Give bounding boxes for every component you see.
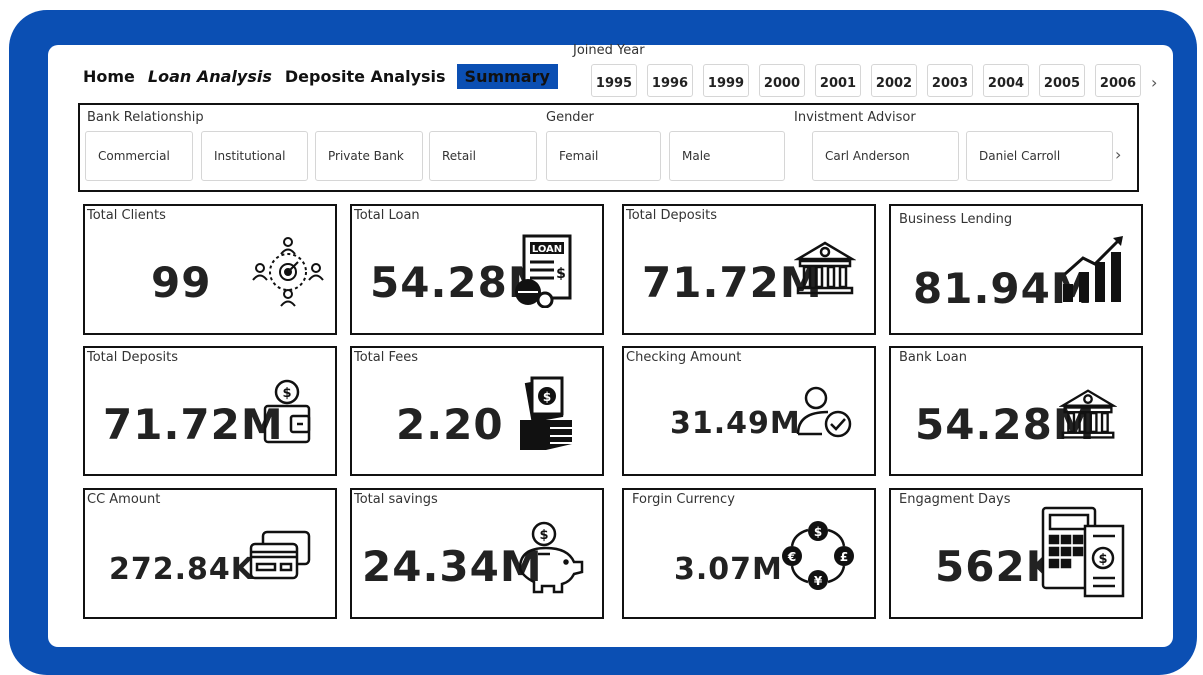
svg-text:¥: ¥ — [814, 574, 823, 588]
kpi-card-engagment-days: Engagment Days 562K $ — [889, 488, 1143, 619]
svg-text:LOAN: LOAN — [532, 244, 562, 255]
year-chip[interactable]: 2004 — [983, 64, 1029, 97]
kpi-card-total-deposits: Total Deposits 71.72M — [622, 204, 876, 335]
piggy-bank-icon: $ — [518, 521, 584, 594]
gender-option[interactable]: Male — [669, 131, 785, 181]
page-navigation: Home Loan Analysis Deposite Analysis Sum… — [83, 61, 571, 91]
calculator-invoice-icon: $ — [1041, 506, 1125, 598]
year-chip[interactable]: 1995 — [591, 64, 637, 97]
card-title: Engagment Days — [899, 492, 1011, 507]
loan-document-icon: LOAN $ — [515, 234, 572, 308]
kpi-card-total-deposits-2: Total Deposits 71.72M $ — [83, 346, 337, 476]
svg-text:$: $ — [1098, 552, 1107, 567]
svg-text:€: € — [787, 550, 796, 564]
kpi-card-total-loan: Total Loan 54.28M LOAN $ — [350, 204, 604, 335]
card-title: Bank Loan — [899, 350, 967, 365]
year-chip[interactable]: 2001 — [815, 64, 861, 97]
kpi-card-total-fees: Total Fees 2.20 $ — [350, 346, 604, 476]
nav-deposite-analysis[interactable]: Deposite Analysis — [285, 67, 446, 86]
bank-relationship-label: Bank Relationship — [87, 110, 204, 125]
card-value: 2.20 — [396, 400, 504, 449]
growth-chart-icon — [1063, 236, 1123, 302]
bank-icon — [1059, 389, 1117, 439]
bank-relationship-option[interactable]: Commercial — [85, 131, 193, 181]
card-title: Total Loan — [354, 208, 420, 223]
card-title: Total Deposits — [626, 208, 717, 223]
kpi-card-checking-amount: Checking Amount 31.49M — [622, 346, 876, 476]
svg-text:$: $ — [282, 386, 291, 401]
kpi-card-total-savings: Total savings 24.34M $ — [350, 488, 604, 619]
kpi-card-bank-loan: Bank Loan 54.28M — [889, 346, 1143, 476]
card-value: 3.07M — [674, 552, 783, 587]
svg-text:$: $ — [556, 266, 566, 282]
year-chip[interactable]: 1996 — [647, 64, 693, 97]
report-canvas: Home Loan Analysis Deposite Analysis Sum… — [48, 43, 1173, 647]
card-title: Forgin Currency — [632, 492, 735, 507]
gender-label: Gender — [546, 110, 594, 125]
card-value: 31.49M — [670, 406, 801, 441]
bank-icon — [794, 241, 856, 295]
cash-hand-icon: $ — [520, 376, 572, 450]
bank-relationship-option[interactable]: Retail — [429, 131, 537, 181]
card-title: CC Amount — [87, 492, 161, 507]
card-title: Business Lending — [899, 212, 1013, 227]
kpi-card-forgin-currency: Forgin Currency 3.07M $ € £ ¥ — [622, 488, 876, 619]
currency-exchange-icon: $ € £ ¥ — [782, 521, 854, 590]
card-title: Total savings — [354, 492, 438, 507]
kpi-card-business-lending: Business Lending 81.94M — [889, 204, 1143, 335]
chevron-right-icon[interactable]: › — [1115, 145, 1121, 164]
year-chip[interactable]: 2000 — [759, 64, 805, 97]
target-people-icon — [252, 237, 324, 307]
investment-advisor-option[interactable]: Daniel Carroll — [966, 131, 1113, 181]
card-title: Checking Amount — [626, 350, 742, 365]
card-value: 71.72M — [103, 400, 284, 449]
kpi-card-cc-amount: CC Amount 272.84K — [83, 488, 337, 619]
kpi-card-total-clients: Total Clients 99 — [83, 204, 337, 335]
card-title: Total Deposits — [87, 350, 178, 365]
joined-year-label: Joined Year — [573, 43, 645, 58]
nav-loan-analysis[interactable]: Loan Analysis — [148, 67, 272, 86]
year-chip[interactable]: 1999 — [703, 64, 749, 97]
svg-text:£: £ — [840, 550, 848, 564]
filter-panel: Bank Relationship Commercial Institution… — [78, 103, 1139, 192]
card-title: Total Fees — [354, 350, 419, 365]
card-value: 272.84K — [109, 552, 256, 587]
investment-advisor-option[interactable]: Carl Anderson — [812, 131, 959, 181]
year-chip[interactable]: 2006 — [1095, 64, 1141, 97]
bank-relationship-option[interactable]: Institutional — [201, 131, 308, 181]
wallet-coin-icon: $ — [263, 379, 311, 444]
svg-text:$: $ — [539, 528, 548, 543]
card-value: 99 — [151, 258, 212, 307]
svg-text:$: $ — [543, 390, 551, 404]
year-chip[interactable]: 2003 — [927, 64, 973, 97]
credit-cards-icon — [249, 530, 311, 580]
card-title: Total Clients — [87, 208, 166, 223]
year-chip[interactable]: 2005 — [1039, 64, 1085, 97]
gender-option[interactable]: Femail — [546, 131, 661, 181]
investment-advisor-label: Invistment Advisor — [794, 110, 916, 125]
nav-home[interactable]: Home — [83, 67, 135, 86]
user-check-icon — [796, 386, 852, 438]
svg-text:$: $ — [814, 525, 822, 539]
bank-relationship-option[interactable]: Private Bank — [315, 131, 423, 181]
joined-year-slicer: 1995 1996 1999 2000 2001 2002 2003 2004 … — [591, 64, 1151, 97]
nav-summary[interactable]: Summary — [456, 63, 558, 89]
year-chip[interactable]: 2002 — [871, 64, 917, 97]
chevron-right-icon[interactable]: › — [1151, 73, 1157, 92]
